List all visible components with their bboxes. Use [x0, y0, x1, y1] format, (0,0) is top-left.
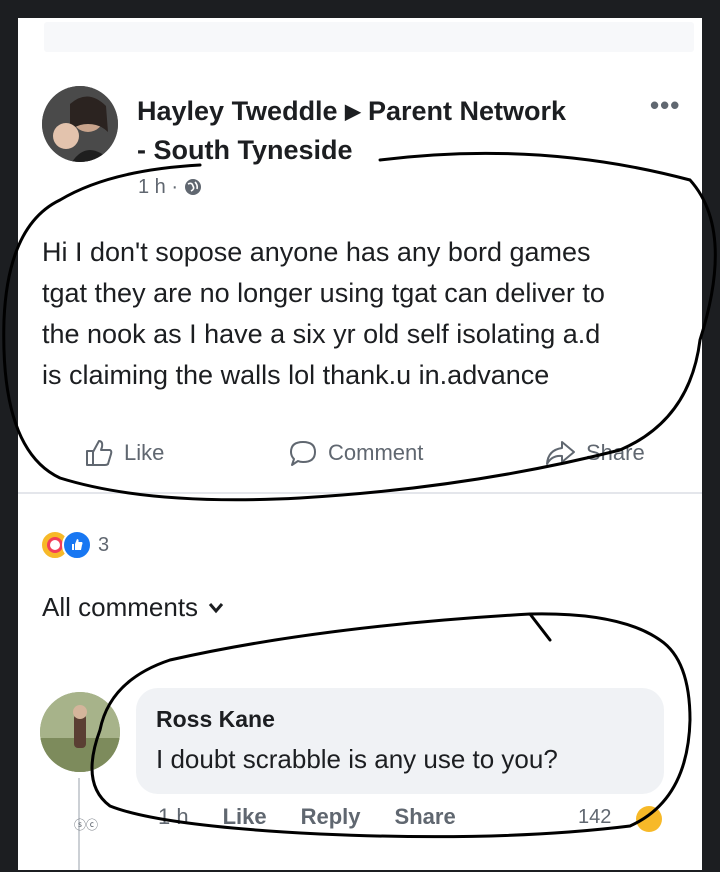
comment-reply-button[interactable]: Reply	[301, 804, 361, 830]
commenter-name[interactable]: Ross Kane	[156, 706, 275, 733]
post-body: Hi I don't sopose anyone has any bord ga…	[42, 232, 702, 396]
divider	[18, 492, 702, 494]
reaction-summary[interactable]: 3	[40, 530, 109, 560]
globe-icon	[184, 178, 202, 202]
comment-icon	[290, 441, 316, 466]
comment-time[interactable]: 1 h	[158, 804, 189, 830]
share-icon	[546, 441, 575, 465]
share-button[interactable]: Share	[544, 438, 645, 468]
comment-actions: 1 h Like Reply Share	[158, 804, 456, 830]
post-text-line: the nook as I have a six yr old self iso…	[42, 319, 601, 349]
comment-text: I doubt scrabble is any use to you?	[156, 744, 558, 774]
post-timestamp[interactable]: 1 h ·	[138, 176, 202, 202]
commenter-avatar[interactable]	[40, 692, 120, 772]
post-text-line: tgat they are no longer using tgat can d…	[42, 278, 605, 308]
haha-reaction-icon	[636, 806, 662, 832]
photo-icon: ⓢⓒ	[74, 818, 99, 832]
author-avatar[interactable]	[42, 86, 118, 162]
previous-post-edge	[44, 22, 694, 52]
post-action-bar: Like Comment Share	[18, 428, 702, 488]
comment-button[interactable]: Comment	[288, 438, 423, 468]
next-comment-preview	[158, 856, 458, 870]
reaction-count: 3	[98, 533, 110, 556]
all-comments-toggle[interactable]: All comments	[42, 592, 224, 623]
like-label: Like	[124, 440, 165, 465]
chevron-down-icon	[208, 602, 224, 613]
comment-like-button[interactable]: Like	[223, 804, 267, 830]
post-card: Hayley Tweddle ▶ Parent Network - South …	[18, 18, 702, 870]
like-reaction-icon	[62, 530, 92, 560]
post-text-line: is claiming the walls lol thank.u in.adv…	[42, 360, 550, 390]
comment-reaction-count: 142	[578, 806, 612, 828]
timestamp-text: 1 h ·	[138, 176, 179, 198]
post-header: Hayley Tweddle ▶ Parent Network - South …	[137, 92, 647, 169]
group-name[interactable]: Parent Network	[368, 96, 566, 126]
group-name-continued[interactable]: - South Tyneside	[137, 135, 353, 165]
ellipsis-icon[interactable]: •••	[650, 90, 680, 121]
arrow-right-icon: ▶	[345, 101, 361, 123]
comment-bubble[interactable]: Ross Kane I doubt scrabble is any use to…	[136, 688, 664, 794]
comment-label: Comment	[328, 440, 424, 465]
like-button[interactable]: Like	[84, 438, 164, 468]
share-label: Share	[586, 440, 645, 465]
like-icon	[86, 440, 113, 466]
author-name[interactable]: Hayley Tweddle	[137, 96, 338, 126]
comment-share-button[interactable]: Share	[395, 804, 456, 830]
post-text-line: Hi I don't sopose anyone has any bord ga…	[42, 237, 591, 267]
all-comments-label: All comments	[42, 592, 199, 622]
